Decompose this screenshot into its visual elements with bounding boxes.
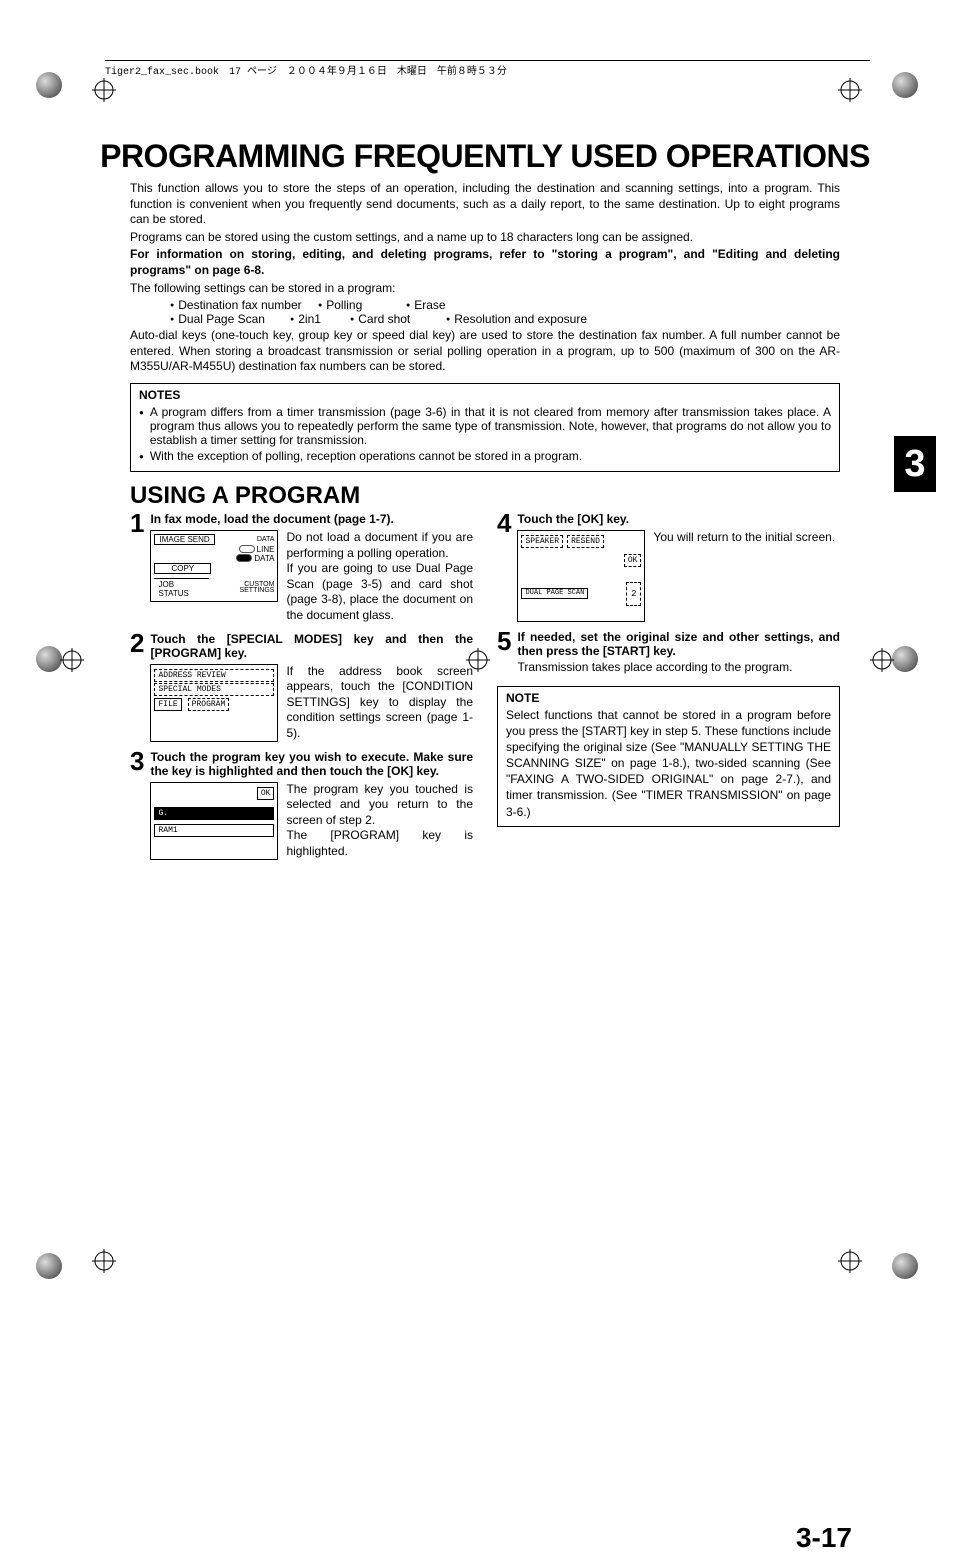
bullet-item: Erase — [406, 298, 486, 312]
intro-p1: This function allows you to store the st… — [130, 181, 840, 228]
left-column: 1 In fax mode, load the document (page 1… — [130, 512, 473, 868]
intro-p2: Programs can be stored using the custom … — [130, 230, 840, 246]
intro-block: This function allows you to store the st… — [130, 181, 840, 296]
bullet-item: 2in1 — [290, 312, 350, 326]
step-1: 1 In fax mode, load the document (page 1… — [130, 512, 473, 624]
step-text: Transmission takes place according to th… — [517, 660, 840, 676]
mini-label: PROGRAM — [188, 698, 230, 711]
registration-mark — [870, 648, 894, 672]
right-column: 4 Touch the [OK] key. SPEAKER RESEND OK … — [497, 512, 840, 868]
mini-label: LINE — [257, 545, 275, 554]
mini-label: IMAGE SEND — [154, 534, 214, 545]
section-heading: USING A PROGRAM — [130, 482, 840, 510]
notes-item: With the exception of polling, reception… — [139, 449, 831, 463]
step-number: 3 — [130, 750, 144, 860]
step-text: If the address book screen appears, touc… — [286, 664, 473, 742]
step-title: Touch the [SPECIAL MODES] key and then t… — [150, 632, 473, 660]
step-number: 5 — [497, 630, 511, 676]
crop-ball — [36, 1253, 62, 1279]
page-title: PROGRAMMING FREQUENTLY USED OPERATIONS — [100, 138, 870, 175]
screen-illustration-3: OK G. RAM1 — [150, 782, 278, 860]
note-box: NOTE Select functions that cannot be sto… — [497, 686, 840, 827]
step-2: 2 Touch the [SPECIAL MODES] key and then… — [130, 632, 473, 742]
notes-box: NOTES A program differs from a timer tra… — [130, 383, 840, 472]
page-number: 3-17 — [796, 1522, 852, 1554]
mini-label: RESEND — [567, 535, 604, 548]
registration-mark — [92, 1249, 116, 1273]
bullet-item: Destination fax number — [170, 298, 318, 312]
intro-after-text: Auto-dial keys (one-touch key, group key… — [130, 328, 840, 375]
mini-label: DATA — [254, 554, 274, 563]
registration-mark — [838, 1249, 862, 1273]
step-number: 1 — [130, 512, 144, 624]
mini-label: COPY — [154, 563, 211, 574]
registration-mark — [60, 648, 84, 672]
mini-label: JOB STATUS — [154, 578, 209, 598]
crop-ball — [892, 1253, 918, 1279]
mini-label: ADDRESS REVIEW — [154, 669, 274, 682]
step-title: In fax mode, load the document (page 1-7… — [150, 512, 473, 526]
crop-ball — [892, 646, 918, 672]
step-text: Do not load a document if you are perfor… — [286, 530, 473, 624]
screen-illustration-1: IMAGE SEND DATA LINE DATA COPY JOB STATUS… — [150, 530, 278, 602]
step-number: 2 — [130, 632, 144, 742]
step-4: 4 Touch the [OK] key. SPEAKER RESEND OK … — [497, 512, 840, 622]
notes-item: A program differs from a timer transmiss… — [139, 405, 831, 447]
mini-label: CUSTOM SETTINGS — [209, 582, 274, 595]
step-text: The program key you touched is selected … — [286, 782, 473, 860]
bullet-settings: Destination fax numberPollingErase Dual P… — [170, 298, 840, 326]
notes-title: NOTES — [139, 388, 831, 402]
note-body: Select functions that cannot be stored i… — [506, 707, 831, 820]
bullet-item: Card shot — [350, 312, 446, 326]
mini-label: SPEAKER — [521, 535, 563, 548]
step-title: Touch the program key you wish to execut… — [150, 750, 473, 778]
source-header: Tiger2_fax_sec.book 17 ページ ２００４年９月１６日 木曜… — [105, 60, 870, 78]
step-title: Touch the [OK] key. — [517, 512, 840, 526]
intro-p3: For information on storing, editing, and… — [130, 247, 840, 278]
mini-label: FILE — [154, 698, 181, 711]
bullet-item: Polling — [318, 298, 406, 312]
step-5: 5 If needed, set the original size and o… — [497, 630, 840, 676]
mini-label: SPECIAL MODES — [154, 683, 274, 696]
note-title: NOTE — [506, 691, 831, 705]
bullet-item: Dual Page Scan — [170, 312, 290, 326]
step-3: 3 Touch the program key you wish to exec… — [130, 750, 473, 860]
two-columns: 1 In fax mode, load the document (page 1… — [130, 512, 840, 868]
mini-label: OK — [624, 554, 642, 567]
page-content: Tiger2_fax_sec.book 17 ページ ２００４年９月１６日 木曜… — [100, 60, 870, 868]
mini-label: RAM1 — [154, 824, 274, 837]
crop-ball — [36, 72, 62, 98]
intro-p4: The following settings can be stored in … — [130, 281, 840, 297]
step-number: 4 — [497, 512, 511, 622]
step-title: If needed, set the original size and oth… — [517, 630, 840, 658]
mini-label: DATA — [257, 536, 275, 543]
intro-after: Auto-dial keys (one-touch key, group key… — [130, 328, 840, 375]
section-tab: 3 — [894, 436, 936, 492]
mini-label: 2 — [626, 582, 641, 606]
bullet-item: Resolution and exposure — [446, 312, 626, 326]
mini-label: DUAL PAGE SCAN — [521, 588, 588, 599]
step-text: You will return to the initial screen. — [653, 530, 840, 546]
screen-illustration-4: SPEAKER RESEND OK DUAL PAGE SCAN 2 — [517, 530, 645, 622]
crop-ball — [892, 72, 918, 98]
screen-illustration-2: ADDRESS REVIEW SPECIAL MODES FILE PROGRA… — [150, 664, 278, 742]
mini-label: G. — [154, 807, 274, 820]
mini-label: OK — [257, 787, 275, 800]
crop-ball — [36, 646, 62, 672]
